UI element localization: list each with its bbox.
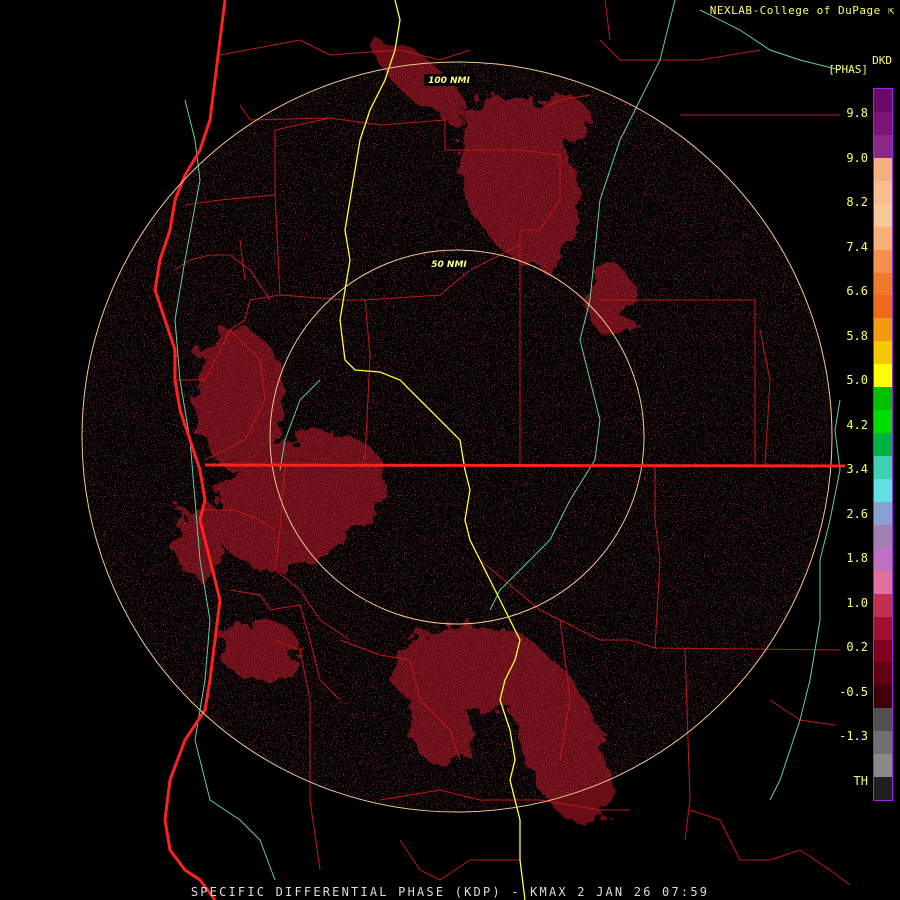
legend-tick-label: 8.2 <box>846 195 868 209</box>
legend-swatch <box>874 616 892 640</box>
product-code: DKD <box>872 54 892 67</box>
legend-swatch <box>874 157 892 181</box>
legend-swatch <box>874 295 892 319</box>
legend-swatch <box>874 180 892 204</box>
legend-swatch <box>874 203 892 227</box>
legend-swatch <box>874 478 892 502</box>
legend-tick-label: 9.8 <box>846 106 868 120</box>
legend-tick-label: -1.3 <box>839 729 868 743</box>
legend-tick-label: 9.0 <box>846 150 868 165</box>
legend-tick-label: 0.2 <box>846 640 868 654</box>
legend-swatch <box>874 639 892 663</box>
legend-swatch <box>874 318 892 342</box>
legend-tick-label: 4.2 <box>846 417 868 432</box>
legend-swatch <box>874 731 892 755</box>
product-footer: SPECIFIC DIFFERENTIAL PHASE (KDP) - KMAX… <box>190 885 710 899</box>
legend-swatch <box>874 662 892 686</box>
legend-swatch <box>874 456 892 479</box>
legend-swatch <box>874 570 892 594</box>
legend-swatch <box>874 777 892 801</box>
legend-swatch <box>874 410 892 434</box>
legend-tick-label: -0.5 <box>839 684 868 699</box>
legend-swatch <box>874 685 892 709</box>
legend-tick-label: 1.8 <box>846 551 868 565</box>
legend-tick-label: 6.6 <box>846 284 868 298</box>
legend-swatch <box>874 754 892 778</box>
legend-swatch <box>874 89 892 112</box>
legend-swatch <box>874 111 892 135</box>
corner-arrow-icon: ⇱ <box>887 4 895 17</box>
legend-tick-label: 2.6 <box>846 506 868 521</box>
range-ring-100-label: 100 NMI <box>428 76 470 86</box>
legend-swatch <box>874 226 892 250</box>
legend-swatch <box>874 249 892 273</box>
legend-tick-label: TH <box>853 773 868 788</box>
legend-swatch <box>874 524 892 548</box>
legend-swatch <box>874 593 892 617</box>
legend-swatch <box>874 272 892 296</box>
legend-tick-label: 5.0 <box>846 373 868 387</box>
legend-swatch <box>874 364 892 388</box>
legend-swatch <box>874 433 892 456</box>
credit-label: NEXLAB-College of DuPage ⇱ <box>709 4 895 17</box>
range-ring-50-label: 50 NMI <box>431 260 467 270</box>
legend-tick-label: 5.8 <box>846 328 868 343</box>
units-label: [PHAS] <box>828 63 868 76</box>
legend-swatch <box>874 134 892 158</box>
radial-artifact-line <box>204 463 846 468</box>
legend-tick-label: 3.4 <box>846 462 868 476</box>
legend-tick-label: 7.4 <box>846 239 868 254</box>
legend-swatch <box>874 501 892 525</box>
radar-map: 100 NMI 50 NMI <box>0 0 900 900</box>
legend-swatch <box>874 387 892 411</box>
legend-swatch <box>874 547 892 571</box>
color-scale-bar <box>873 88 893 801</box>
legend-swatch <box>874 708 892 732</box>
legend-swatch <box>874 341 892 365</box>
legend-tick-label: 1.0 <box>846 595 868 610</box>
